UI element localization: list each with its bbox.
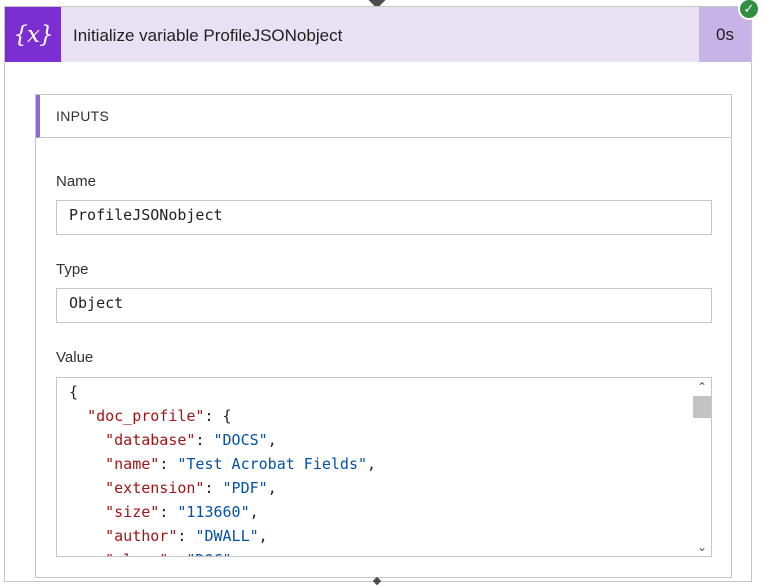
code-line: "database": "DOCS",: [69, 428, 376, 452]
json-key: "name": [105, 455, 160, 473]
code-line: {: [69, 380, 376, 404]
json-punctuation: :: [177, 527, 196, 545]
code-line: "author": "DWALL",: [69, 524, 376, 548]
json-value: "DOC": [186, 551, 231, 556]
inputs-header[interactable]: INPUTS: [36, 95, 731, 138]
action-card: {x} Initialize variable ProfileJSONobjec…: [4, 6, 752, 582]
json-comma: ,: [267, 431, 277, 449]
json-punctuation: :: [168, 551, 186, 556]
scroll-up-icon[interactable]: ⌃: [693, 378, 711, 396]
json-comma: ,: [258, 527, 268, 545]
code-line: "size": "113660",: [69, 500, 376, 524]
scroll-thumb[interactable]: [693, 396, 711, 418]
json-comma: ,: [232, 551, 241, 556]
code-line: "name": "Test Acrobat Fields",: [69, 452, 376, 476]
json-value: "DOCS": [213, 431, 268, 449]
inputs-panel: INPUTS Name ProfileJSONobject Type Objec…: [35, 94, 732, 578]
json-punctuation: : {: [204, 407, 232, 425]
json-value: "Test Acrobat Fields": [177, 455, 368, 473]
value-field[interactable]: { "doc_profile": { "database": "DOCS", "…: [56, 377, 712, 557]
json-value: "PDF": [222, 479, 268, 497]
json-code-block: { "doc_profile": { "database": "DOCS", "…: [69, 380, 376, 556]
json-comma: ,: [367, 455, 377, 473]
code-line: "doc_profile": {: [69, 404, 376, 428]
json-key: "size": [105, 503, 160, 521]
json-punctuation: :: [159, 503, 178, 521]
scrollbar[interactable]: ⌃ ⌄: [693, 378, 711, 556]
code-line: "extension": "PDF",: [69, 476, 376, 500]
json-key: "class": [105, 551, 168, 556]
json-punctuation: :: [159, 455, 178, 473]
json-punctuation: :: [195, 431, 214, 449]
json-punctuation: :: [204, 479, 223, 497]
inputs-title: INPUTS: [56, 108, 110, 124]
json-value: "DWALL": [195, 527, 259, 545]
type-label: Type: [56, 261, 89, 278]
variable-icon: {x}: [5, 7, 61, 62]
json-comma: ,: [249, 503, 259, 521]
name-label: Name: [56, 173, 97, 190]
json-key: "doc_profile": [87, 407, 205, 425]
json-key: "extension": [105, 479, 205, 497]
json-key: "database": [105, 431, 196, 449]
json-key: "author": [105, 527, 178, 545]
type-field[interactable]: Object: [56, 288, 712, 323]
action-header[interactable]: {x} Initialize variable ProfileJSONobjec…: [5, 7, 751, 62]
action-title: Initialize variable ProfileJSONobject: [73, 26, 343, 45]
check-icon: ✓: [738, 0, 760, 20]
json-comma: ,: [267, 479, 277, 497]
code-line: "class": "DOC",: [69, 548, 376, 556]
name-field[interactable]: ProfileJSONobject: [56, 200, 712, 235]
scroll-down-icon[interactable]: ⌄: [693, 538, 711, 556]
value-label: Value: [56, 349, 94, 366]
json-value: "113660": [177, 503, 250, 521]
json-punctuation: {: [69, 383, 79, 401]
